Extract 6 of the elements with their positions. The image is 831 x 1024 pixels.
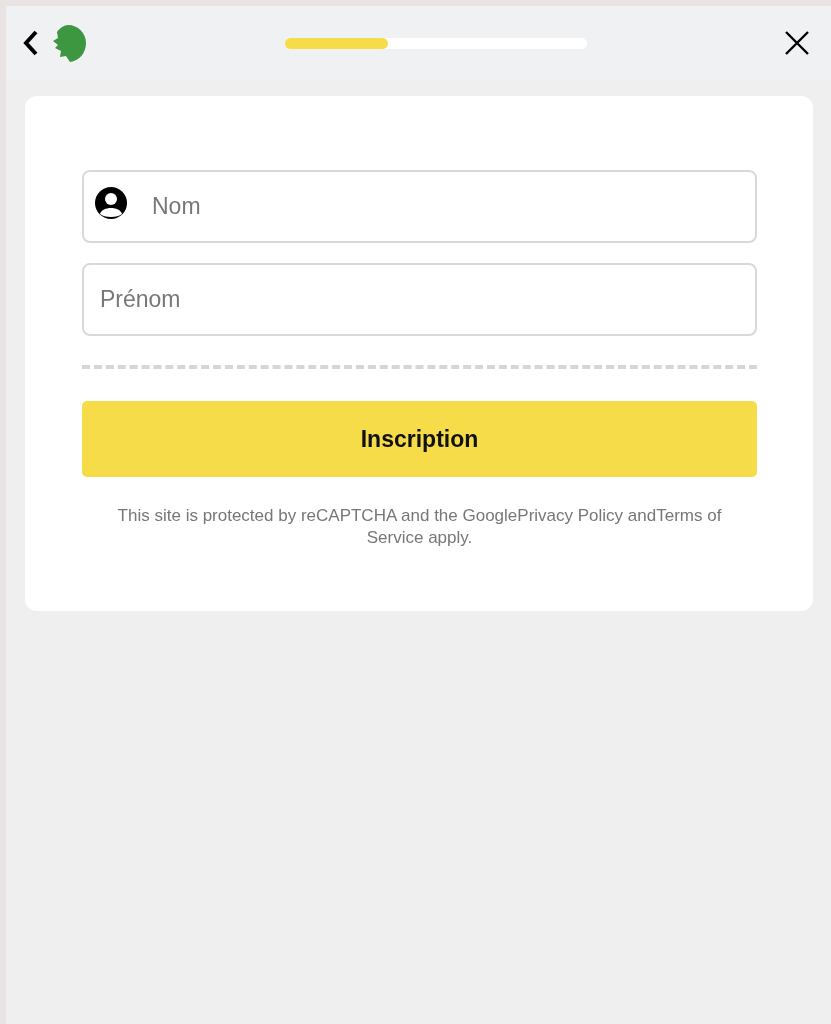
close-icon[interactable] — [783, 29, 811, 57]
signup-button[interactable]: Inscription — [82, 401, 757, 477]
first-name-field[interactable]: Prénom — [82, 263, 757, 336]
name-field[interactable]: Nom — [82, 170, 757, 243]
back-icon[interactable] — [22, 29, 40, 57]
recaptcha-notice: This site is protected by reCAPTCHA and the GooglePrivacy Policy andTerms of Service apply. — [116, 505, 723, 549]
